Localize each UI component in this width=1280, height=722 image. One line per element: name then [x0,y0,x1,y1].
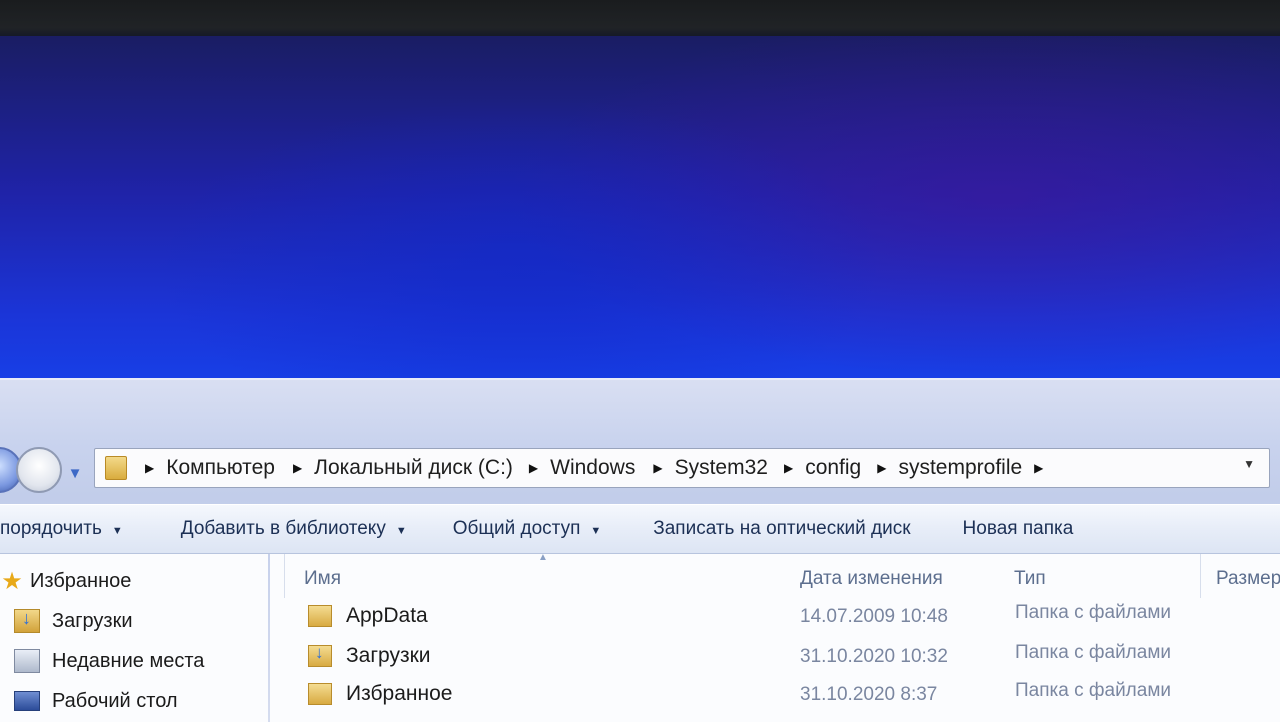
breadcrumb-computer[interactable]: Компьютер [166,456,275,480]
chevron-right-icon[interactable]: ▶ [293,461,302,475]
sidebar-item-recent-places[interactable]: Недавние места [0,644,204,678]
chevron-right-icon[interactable]: ▶ [784,461,793,475]
sidebar-item-label: Загрузки [52,609,133,632]
desktop-icon [14,691,40,711]
new-folder-button[interactable]: Новая папка [963,518,1074,540]
forward-button[interactable] [16,447,62,493]
column-header-name[interactable]: Имя [304,568,341,590]
breadcrumb-config[interactable]: config [805,456,861,480]
downloads-folder-icon [308,643,332,667]
folder-icon [105,456,127,480]
sidebar-item-favorites[interactable]: ★ Избранное [0,564,131,598]
file-name: Загрузки [346,644,431,667]
share-label: Общий доступ [452,518,581,539]
chevron-down-icon: ▼ [590,525,602,537]
sidebar-item-label: Рабочий стол [52,689,178,712]
table-row[interactable]: Избранное 31.10.2020 8:37 Папка с файлам… [270,676,1280,714]
address-bar[interactable]: ▶ Компьютер ▶ Локальный диск (C:) ▶ Wind… [94,448,1270,488]
file-name-cell: Загрузки [308,643,431,668]
star-icon: ★ [1,567,23,595]
file-list: ▲ Имя Дата изменения Тип Размер AppData … [270,552,1280,722]
file-date: 31.10.2020 8:37 [800,684,938,705]
chevron-right-icon[interactable]: ▶ [877,461,886,475]
favorites-folder-icon [308,683,332,705]
recent-pages-dropdown-icon[interactable]: ▼ [64,463,86,485]
sidebar-item-desktop[interactable]: Рабочий стол [0,684,178,718]
desktop-background [0,36,1280,386]
file-name: AppData [346,604,428,627]
chevron-right-icon[interactable]: ▶ [529,461,538,475]
chevron-right-icon[interactable]: ▶ [1034,461,1043,475]
column-header-size[interactable]: Размер [1216,568,1280,590]
column-header-type[interactable]: Тип [1014,568,1046,590]
folder-icon [308,605,332,627]
sort-ascending-icon: ▲ [538,552,548,563]
chevron-down-icon: ▼ [111,525,123,537]
burn-button[interactable]: Записать на оптический диск [653,518,910,540]
breadcrumb-systemprofile[interactable]: systemprofile [898,456,1022,480]
monitor-bezel [0,0,1280,40]
file-date: 31.10.2020 10:32 [800,646,948,667]
breadcrumb-windows[interactable]: Windows [550,456,635,480]
file-type: Папка с файлами [1015,642,1172,663]
address-dropdown-icon[interactable]: ▼ [1243,457,1255,471]
organize-label: порядочить [0,518,102,539]
file-type: Папка с файлами [1015,680,1172,701]
column-divider [284,554,285,598]
explorer-window: ▼ ▶ Компьютер ▶ Локальный диск (C:) ▶ Wi… [0,378,1280,722]
sidebar-item-label: Избранное [30,569,132,592]
file-name: Избранное [346,682,453,705]
chevron-right-icon[interactable]: ▶ [653,461,662,475]
chevron-right-icon[interactable]: ▶ [145,461,154,475]
navigation-bar: ▼ ▶ Компьютер ▶ Локальный диск (C:) ▶ Wi… [0,435,1280,495]
breadcrumb-system32[interactable]: System32 [675,456,768,480]
column-divider [1200,554,1201,598]
breadcrumb: ▶ Компьютер ▶ Локальный диск (C:) ▶ Wind… [137,456,1055,480]
downloads-folder-icon [14,608,40,633]
file-name-cell: AppData [308,604,428,628]
file-type: Папка с файлами [1015,602,1172,623]
file-date: 14.07.2009 10:48 [800,606,948,627]
share-menu[interactable]: Общий доступ ▼ [453,518,602,540]
table-row[interactable]: AppData 14.07.2009 10:48 Папка с файлами [270,598,1280,636]
recent-places-icon [14,649,40,673]
breadcrumb-local-disk[interactable]: Локальный диск (C:) [314,456,513,480]
organize-menu[interactable]: порядочить ▼ [0,518,123,540]
add-to-library-menu[interactable]: Добавить в библиотеку ▼ [181,518,407,540]
navigation-pane: ★ Избранное Загрузки Недавние места Рабо… [0,554,268,722]
sidebar-item-label: Недавние места [52,649,205,672]
table-row[interactable]: Загрузки 31.10.2020 10:32 Папка с файлам… [270,638,1280,676]
column-header-date[interactable]: Дата изменения [800,568,943,590]
chevron-down-icon: ▼ [395,525,407,537]
file-name-cell: Избранное [308,682,452,706]
sidebar-item-downloads[interactable]: Загрузки [0,604,133,638]
command-bar: порядочить ▼ Добавить в библиотеку ▼ Общий… [0,504,1280,554]
add-to-library-label: Добавить в библиотеку [180,518,386,539]
